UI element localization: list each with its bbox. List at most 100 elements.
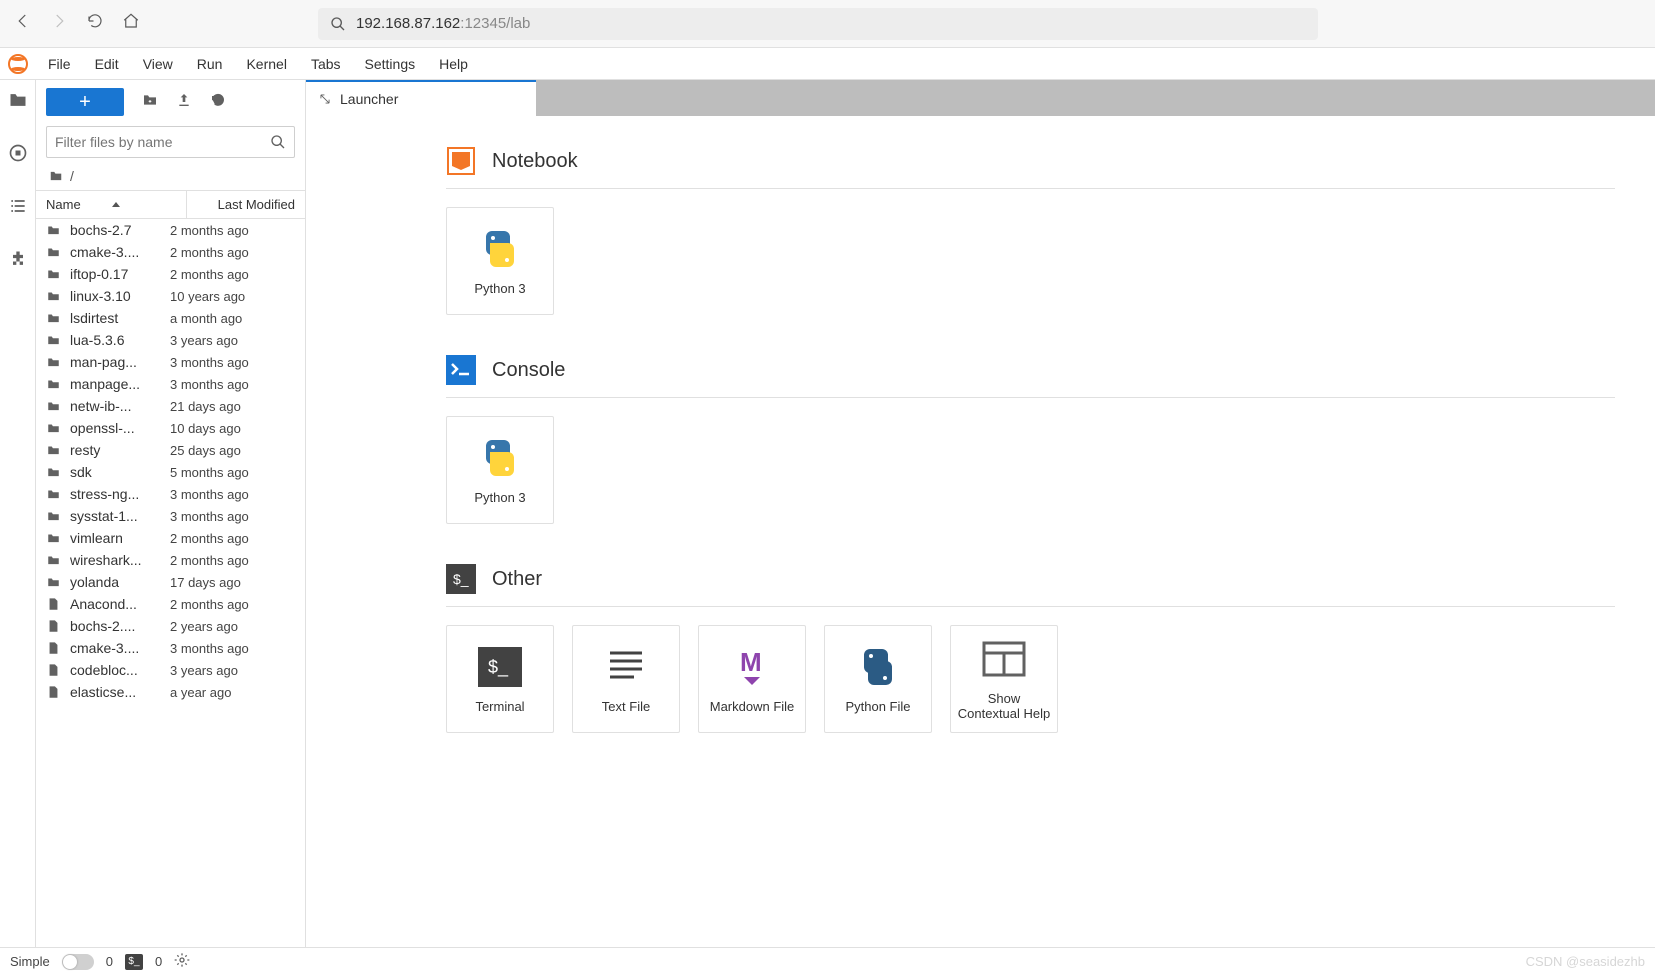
new-folder-button[interactable]	[142, 92, 158, 113]
address-text: 192.168.87.162:12345/lab	[356, 15, 530, 32]
file-modified: 3 months ago	[170, 355, 249, 370]
file-modified: 3 months ago	[170, 641, 249, 656]
launcher-card[interactable]: Python 3	[446, 207, 554, 315]
home-button[interactable]	[122, 12, 140, 35]
launcher-card[interactable]: Python 3	[446, 416, 554, 524]
tab-bar: Launcher	[306, 80, 1655, 116]
menu-kernel[interactable]: Kernel	[234, 48, 298, 80]
launcher-body: NotebookPython 3ConsolePython 3$_Other$_…	[306, 116, 1655, 947]
folder-icon	[46, 355, 64, 369]
menu-tabs[interactable]: Tabs	[299, 48, 353, 80]
extensions-tab-icon[interactable]	[8, 249, 28, 274]
file-row[interactable]: bochs-2.72 months ago	[36, 219, 305, 241]
folder-icon	[46, 377, 64, 391]
card-label: Python File	[845, 699, 910, 714]
file-row[interactable]: cmake-3....2 months ago	[36, 241, 305, 263]
folder-icon	[46, 487, 64, 501]
folder-icon	[46, 399, 64, 413]
file-row[interactable]: lsdirtesta month ago	[36, 307, 305, 329]
filebrowser-tab-icon[interactable]	[8, 90, 28, 115]
file-row[interactable]: bochs-2....2 years ago	[36, 615, 305, 637]
launcher-card[interactable]: $_Terminal	[446, 625, 554, 733]
file-name: openssl-...	[70, 420, 170, 436]
pyfile-icon	[856, 645, 900, 689]
file-row[interactable]: elasticse...a year ago	[36, 681, 305, 703]
breadcrumb[interactable]: /	[36, 164, 305, 190]
file-list[interactable]: bochs-2.72 months agocmake-3....2 months…	[36, 219, 305, 947]
file-row[interactable]: sysstat-1...3 months ago	[36, 505, 305, 527]
terminal-status-icon[interactable]: $_	[125, 954, 143, 970]
menu-file[interactable]: File	[36, 48, 83, 80]
file-modified: 2 months ago	[170, 223, 249, 238]
menu-edit[interactable]: Edit	[83, 48, 131, 80]
file-row[interactable]: yolanda17 days ago	[36, 571, 305, 593]
jupyter-logo[interactable]	[0, 54, 36, 74]
file-modified: 2 years ago	[170, 619, 238, 634]
column-name[interactable]: Name	[36, 191, 187, 218]
back-button[interactable]	[14, 12, 32, 35]
file-row[interactable]: wireshark...2 months ago	[36, 549, 305, 571]
column-modified[interactable]: Last Modified	[187, 191, 305, 218]
file-row[interactable]: codebloc...3 years ago	[36, 659, 305, 681]
file-row[interactable]: stress-ng...3 months ago	[36, 483, 305, 505]
file-row[interactable]: vimlearn2 months ago	[36, 527, 305, 549]
section-title: Notebook	[492, 150, 578, 173]
card-label: Python 3	[474, 281, 525, 296]
work-area: Launcher NotebookPython 3ConsolePython 3…	[306, 80, 1655, 947]
card-label: Markdown File	[710, 699, 795, 714]
file-row[interactable]: lua-5.3.63 years ago	[36, 329, 305, 351]
settings-icon[interactable]	[174, 952, 190, 971]
filter-input[interactable]	[55, 134, 270, 150]
file-row[interactable]: sdk5 months ago	[36, 461, 305, 483]
file-row[interactable]: openssl-...10 days ago	[36, 417, 305, 439]
launcher-card[interactable]: Show Contextual Help	[950, 625, 1058, 733]
file-modified: 2 months ago	[170, 267, 249, 282]
file-icon	[46, 685, 64, 699]
address-bar[interactable]: 192.168.87.162:12345/lab	[318, 8, 1318, 40]
file-row[interactable]: linux-3.1010 years ago	[36, 285, 305, 307]
simple-toggle[interactable]	[62, 954, 94, 970]
file-modified: 25 days ago	[170, 443, 241, 458]
filter-input-box[interactable]	[46, 126, 295, 158]
launcher-card[interactable]: MMarkdown File	[698, 625, 806, 733]
section-title: Other	[492, 568, 542, 591]
file-modified: a month ago	[170, 311, 242, 326]
file-icon	[46, 597, 64, 611]
new-launcher-button[interactable]: +	[46, 88, 124, 116]
menu-run[interactable]: Run	[185, 48, 235, 80]
forward-button[interactable]	[50, 12, 68, 35]
file-name: netw-ib-...	[70, 398, 170, 414]
menu-view[interactable]: View	[131, 48, 185, 80]
file-name: bochs-2....	[70, 618, 170, 634]
file-row[interactable]: resty25 days ago	[36, 439, 305, 461]
upload-button[interactable]	[176, 92, 192, 113]
folder-icon	[46, 509, 64, 523]
file-name: cmake-3....	[70, 640, 170, 656]
launcher-card[interactable]: Python File	[824, 625, 932, 733]
refresh-button[interactable]	[210, 92, 226, 113]
file-row[interactable]: Anacond...2 months ago	[36, 593, 305, 615]
running-tab-icon[interactable]	[8, 143, 28, 168]
file-name: lua-5.3.6	[70, 332, 170, 348]
toc-tab-icon[interactable]	[8, 196, 28, 221]
menu-help[interactable]: Help	[427, 48, 480, 80]
file-row[interactable]: manpage...3 months ago	[36, 373, 305, 395]
file-row[interactable]: netw-ib-...21 days ago	[36, 395, 305, 417]
folder-icon	[46, 223, 64, 237]
launcher-card[interactable]: Text File	[572, 625, 680, 733]
file-modified: 5 months ago	[170, 465, 249, 480]
menu-settings[interactable]: Settings	[353, 48, 428, 80]
reload-button[interactable]	[86, 12, 104, 35]
folder-icon	[46, 245, 64, 259]
contextual-icon	[982, 637, 1026, 681]
folder-icon	[46, 267, 64, 281]
file-row[interactable]: iftop-0.172 months ago	[36, 263, 305, 285]
file-row[interactable]: cmake-3....3 months ago	[36, 637, 305, 659]
file-name: sdk	[70, 464, 170, 480]
file-name: linux-3.10	[70, 288, 170, 304]
folder-icon	[48, 169, 64, 183]
tab-launcher[interactable]: Launcher	[306, 80, 536, 116]
file-row[interactable]: man-pag...3 months ago	[36, 351, 305, 373]
card-label: Terminal	[475, 699, 524, 714]
card-label: Text File	[602, 699, 650, 714]
